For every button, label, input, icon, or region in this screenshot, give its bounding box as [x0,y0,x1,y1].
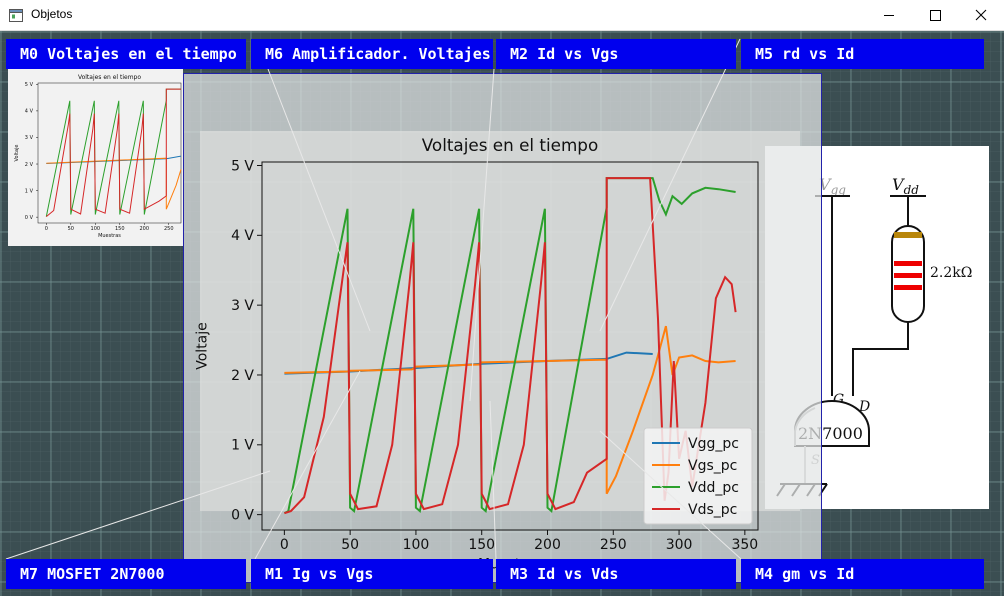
window-title: Objetos [31,7,73,21]
minimize-icon [884,15,894,16]
connector-m5 [599,38,741,332]
connector-m4 [599,430,742,560]
object-canvas[interactable]: 0 50 100 150 200 250 0 V1 V2 V3 V4 V5 V Voltaje… [0,31,1004,596]
connector-m1 [254,370,361,560]
maximize-button[interactable] [912,0,958,31]
tab-m1-ig-vs-vgs[interactable]: M1 Ig vs Vgs [251,559,493,589]
maximize-icon [930,10,941,21]
tab-m0-voltajes[interactable]: M0 Voltajes en el tiempo [6,39,246,69]
connector-m3 [489,400,497,560]
connector-m6 [267,68,371,332]
close-button[interactable] [958,0,1004,31]
tab-m6-amplificador[interactable]: M6 Amplificador. Voltajes [251,39,493,69]
tab-m2-id-vs-vgs[interactable]: M2 Id vs Vgs [496,39,736,69]
connector-m7 [5,470,271,560]
tab-m3-id-vs-vds[interactable]: M3 Id vs Vds [496,559,736,589]
tab-m4-gm-vs-id[interactable]: M4 gm vs Id [741,559,984,589]
minimize-button[interactable] [866,0,912,31]
title-bar[interactable]: Objetos [0,0,1004,31]
connector-lines [5,38,742,560]
app-icon [9,9,23,22]
close-icon [975,9,987,21]
tab-m5-rd-vs-id[interactable]: M5 rd vs Id [741,39,984,69]
tab-m7-mosfet[interactable]: M7 MOSFET 2N7000 [6,559,246,589]
connector-m2 [469,68,495,402]
